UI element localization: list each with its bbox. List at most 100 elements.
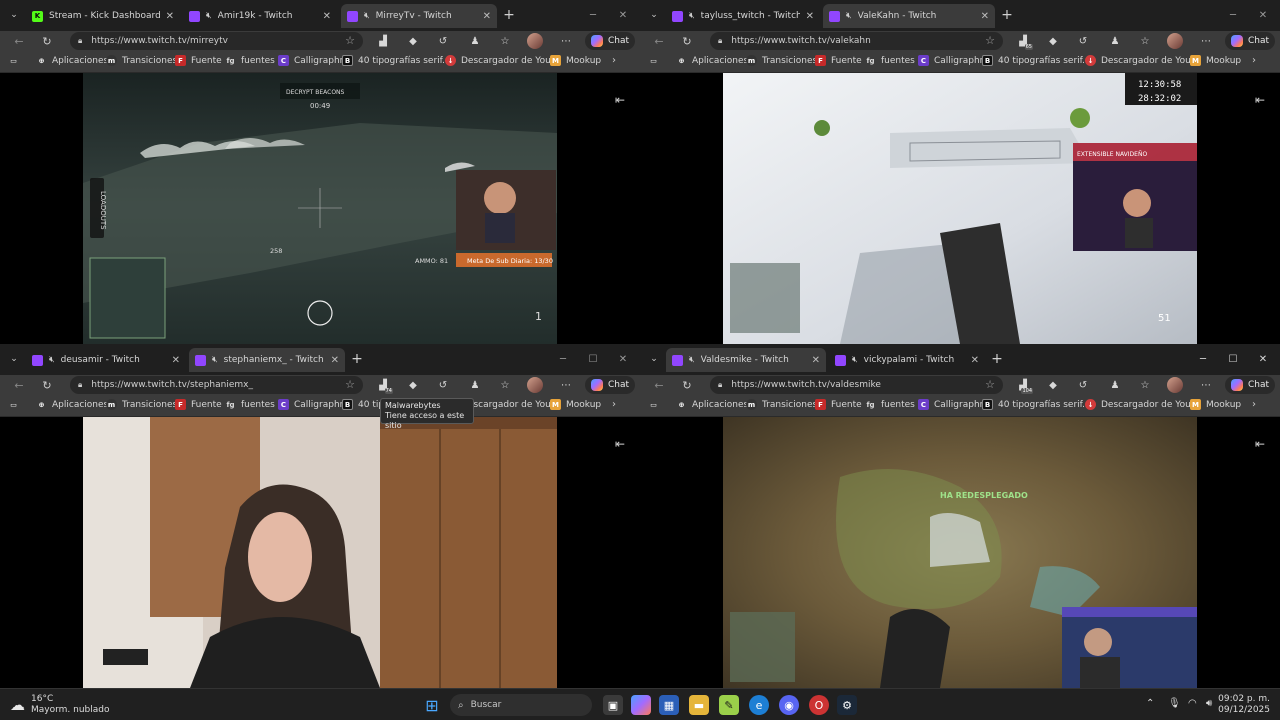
store-icon[interactable]: ▦ — [659, 695, 679, 715]
back-icon[interactable]: ← — [10, 377, 28, 393]
close-tab-icon[interactable]: ✕ — [166, 11, 174, 22]
extension-icon[interactable]: ↺ — [1074, 33, 1092, 49]
bookmark-mookup[interactable]: M Mookup — [550, 399, 601, 410]
more-options-icon[interactable]: ⋯ — [557, 377, 575, 393]
tab-deusamir[interactable]: 🔇︎ deusamir - Twitch ✕ — [26, 348, 186, 372]
site-info-icon[interactable]: 🔒︎ — [718, 380, 722, 390]
close-tab-icon[interactable]: ✕ — [812, 355, 820, 366]
bookmark-calligraphr[interactable]: C Calligraphr — [278, 399, 343, 410]
back-icon[interactable]: ← — [650, 377, 668, 393]
close-tab-icon[interactable]: ✕ — [483, 11, 491, 22]
minimize-button[interactable]: ─ — [550, 350, 576, 368]
tab-valekahn[interactable]: 🔇︎ ValeKahn - Twitch ✕ — [823, 4, 995, 28]
bookmark-aplicaciones[interactable]: ⊕ Aplicaciones — [36, 55, 109, 66]
copilot-chat-button[interactable]: Chat — [585, 32, 636, 50]
minimize-button[interactable]: ─ — [1190, 350, 1216, 368]
new-tab-button[interactable]: + — [998, 6, 1016, 24]
new-tab-button[interactable]: + — [988, 350, 1006, 368]
task-view-icon[interactable]: ▣ — [603, 695, 623, 715]
extension-icon[interactable]: ♟ — [466, 33, 484, 49]
more-bookmarks-chevron-icon[interactable]: › — [612, 399, 616, 410]
new-tab-button[interactable]: + — [500, 6, 518, 24]
extension-icon[interactable]: ♟ — [466, 377, 484, 393]
site-info-icon[interactable]: 🔒︎ — [78, 380, 82, 390]
video-frame-stephaniemx[interactable] — [0, 417, 640, 688]
more-bookmarks-chevron-icon[interactable]: › — [612, 55, 616, 66]
back-icon[interactable]: ← — [10, 33, 28, 49]
bookmark-mookup[interactable]: M Mookup — [550, 55, 601, 66]
favorites-icon[interactable]: ☆ — [496, 33, 514, 49]
weather-widget[interactable]: ☁ 16°C Mayorm. nublado — [10, 694, 110, 716]
more-options-icon[interactable]: ⋯ — [557, 33, 575, 49]
bookmark-mookup[interactable]: M Mookup — [1190, 55, 1241, 66]
extension-icon[interactable]: ♟ — [1106, 377, 1124, 393]
minimize-button[interactable]: ─ — [580, 6, 606, 24]
edge-icon[interactable]: e — [749, 695, 769, 715]
extension-icon[interactable]: ↺ — [434, 33, 452, 49]
copilot-taskbar-icon[interactable] — [631, 695, 651, 715]
bookmark-fuentes[interactable]: fg fuentes — [865, 55, 914, 66]
video-frame-valekahn[interactable]: 12:30:58 28:32:02 EXTENSIBLE NAVIDEÑO 51 — [640, 73, 1280, 344]
malwarebytes-extension-icon[interactable]: ▟ 65 — [1014, 33, 1033, 50]
tab-actions-chevron-icon[interactable]: ⌄ — [646, 351, 662, 367]
video-frame-mirreytv[interactable]: Meta De Sub Diaria: 13/30 DECRYPT BEACON… — [0, 73, 640, 344]
tab-stephaniemx[interactable]: 🔇︎ stephaniemx_ - Twitch ✕ — [189, 348, 345, 372]
more-bookmarks-chevron-icon[interactable]: › — [1252, 399, 1256, 410]
bookmark-calligraphr[interactable]: C Calligraphr — [918, 399, 983, 410]
favorites-icon[interactable]: ☆ — [496, 377, 514, 393]
favorite-star-icon[interactable]: ☆ — [985, 378, 995, 391]
bookmark-transiciones[interactable]: m Transiciones — [746, 399, 817, 410]
bookmark-transiciones[interactable]: m Transiciones — [746, 55, 817, 66]
back-icon[interactable]: ← — [650, 33, 668, 49]
exit-fullscreen-icon[interactable]: ⇤ — [1255, 437, 1265, 451]
bookmark-descargador[interactable]: ↓ Descargador de You... — [1085, 55, 1199, 66]
bookmark-transiciones[interactable]: m Transiciones — [106, 399, 177, 410]
favorite-star-icon[interactable]: ☆ — [985, 34, 995, 47]
extension-icon[interactable]: ↺ — [1074, 377, 1092, 393]
close-tab-icon[interactable]: ✕ — [971, 355, 979, 366]
muted-speaker-icon[interactable]: 🔇︎ — [206, 11, 212, 21]
copilot-chat-button[interactable]: Chat — [585, 376, 636, 394]
muted-speaker-icon[interactable]: 🔇︎ — [49, 355, 55, 365]
avatar[interactable] — [1167, 377, 1183, 393]
refresh-icon[interactable]: ↻ — [678, 33, 696, 49]
malwarebytes-extension-icon[interactable]: ▟ 104 — [1014, 377, 1033, 394]
bookmark-fuentes[interactable]: fg fuentes — [865, 399, 914, 410]
bookmark-tipografias[interactable]: B 40 tipografías serif... — [342, 55, 451, 66]
bookmark-fuente[interactable]: F Fuente — [815, 399, 862, 410]
extension-icon[interactable]: ◆ — [1044, 377, 1062, 393]
close-tab-icon[interactable]: ✕ — [323, 11, 331, 22]
bookmark-bar-toggle[interactable]: ▭ — [648, 55, 664, 66]
muted-speaker-icon[interactable]: 🔇︎ — [212, 355, 218, 365]
microphone-icon[interactable]: 🎙︎ — [1168, 698, 1181, 709]
file-explorer-icon[interactable]: ▬ — [689, 695, 709, 715]
close-window-button[interactable]: ✕ — [1250, 6, 1276, 24]
bookmark-aplicaciones[interactable]: ⊕ Aplicaciones — [676, 55, 749, 66]
bookmark-aplicaciones[interactable]: ⊕ Aplicaciones — [676, 399, 749, 410]
extension-icon[interactable]: ◆ — [404, 377, 422, 393]
malwarebytes-extension-icon[interactable]: ▟ — [374, 33, 392, 49]
close-tab-icon[interactable]: ✕ — [172, 355, 180, 366]
tab-amir19k[interactable]: 🔇︎ Amir19k - Twitch ✕ — [183, 4, 337, 28]
show-hidden-icons-chevron-icon[interactable]: ⌃ — [1146, 698, 1154, 709]
video-frame-valdesmike[interactable]: HA REDESPLEGADO — [640, 417, 1280, 688]
tab-tayluss[interactable]: 🔇︎ tayluss_twitch - Twitch ✕ — [666, 4, 820, 28]
muted-speaker-icon[interactable]: 🔇︎ — [846, 11, 852, 21]
site-info-icon[interactable]: 🔒︎ — [718, 36, 722, 46]
bookmark-descargador[interactable]: ↓ Descargador de You... — [445, 55, 559, 66]
address-bar[interactable]: 🔒︎ https://www.twitch.tv/valdesmike ☆ — [710, 376, 1003, 394]
copilot-chat-button[interactable]: Chat — [1225, 32, 1276, 50]
favorite-star-icon[interactable]: ☆ — [345, 378, 355, 391]
minimize-button[interactable]: ─ — [1220, 6, 1246, 24]
close-tab-icon[interactable]: ✕ — [331, 355, 339, 366]
steam-icon[interactable]: ⚙ — [837, 695, 857, 715]
bookmark-tipografias[interactable]: B 40 tipografías serif... — [982, 399, 1091, 410]
bookmark-fuentes[interactable]: fg fuentes — [225, 399, 274, 410]
taskbar-search[interactable]: ⌕ Buscar — [450, 694, 592, 716]
avatar[interactable] — [1167, 33, 1183, 49]
exit-fullscreen-icon[interactable]: ⇤ — [1255, 93, 1265, 107]
muted-speaker-icon[interactable]: 🔇︎ — [689, 11, 695, 21]
favorites-icon[interactable]: ☆ — [1136, 377, 1154, 393]
address-bar[interactable]: 🔒︎ https://www.twitch.tv/mirreytv ☆ — [70, 32, 363, 50]
new-tab-button[interactable]: + — [348, 350, 366, 368]
